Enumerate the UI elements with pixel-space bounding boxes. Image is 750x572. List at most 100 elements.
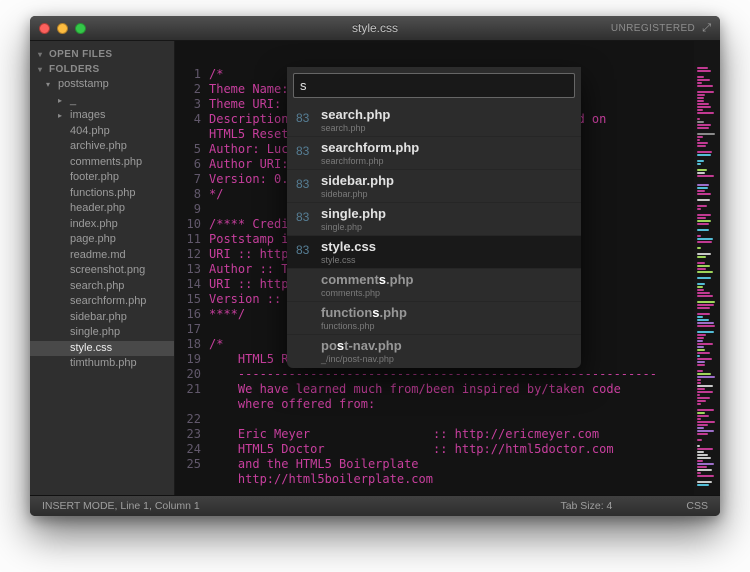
minimap-line: [697, 481, 712, 483]
folder-open-triangle-icon[interactable]: [46, 77, 58, 93]
sidebar-item-header-php[interactable]: header.php: [30, 201, 174, 217]
code-line[interactable]: 24 HTML5 Doctor :: http://html5doctor.co…: [175, 442, 694, 457]
sidebar-item-404-php[interactable]: 404.php: [30, 124, 174, 140]
minimap-line: [697, 448, 713, 450]
minimap-line: [697, 214, 711, 216]
minimap-line: [697, 142, 708, 144]
minimap-line: [697, 268, 706, 270]
minimap-line: [697, 205, 707, 207]
minimap-line: [697, 103, 709, 105]
sidebar-item-footer-php[interactable]: footer.php: [30, 170, 174, 186]
minimap-line: [697, 289, 704, 291]
goto-result-search-php[interactable]: 83search.phpsearch.php: [287, 104, 581, 137]
titlebar: style.css UNREGISTERED ⤢: [30, 16, 720, 41]
minimize-button[interactable]: [57, 23, 68, 34]
minimap-line: [697, 151, 712, 153]
code-line[interactable]: 23 Eric Meyer :: http://ericmeyer.com: [175, 427, 694, 442]
result-path: functions.php: [321, 321, 573, 332]
line-number: 5: [175, 142, 209, 157]
file-label: poststamp: [58, 78, 109, 90]
minimap-line: [697, 445, 700, 447]
sidebar-item-poststamp[interactable]: poststamp: [30, 77, 174, 93]
filename-prefix: po: [321, 338, 337, 353]
folders-section-header[interactable]: FOLDERS: [30, 62, 174, 77]
syntax-indicator[interactable]: CSS: [686, 500, 708, 512]
file-label: screenshot.png: [70, 264, 145, 276]
result-filename: sidebar.php: [321, 173, 573, 188]
folder-closed-triangle-icon[interactable]: [58, 93, 70, 109]
minimap-line: [697, 421, 715, 423]
result-filename: searchform.php: [321, 140, 573, 155]
sidebar-item-sidebar-php[interactable]: sidebar.php: [30, 310, 174, 326]
line-number: 13: [175, 262, 209, 277]
line-number: 19: [175, 352, 209, 367]
minimap-line: [697, 172, 705, 174]
sidebar-item--[interactable]: _: [30, 93, 174, 109]
sidebar-item-readme-md[interactable]: readme.md: [30, 248, 174, 264]
minimap-line: [697, 457, 711, 459]
result-score: 83: [296, 111, 309, 125]
minimap-line: [697, 229, 709, 231]
disclosure-triangle-icon[interactable]: [38, 62, 49, 77]
goto-result-post-nav-php[interactable]: post-nav.php_/inc/post-nav.php: [287, 335, 581, 368]
sidebar-item-functions-php[interactable]: functions.php: [30, 186, 174, 202]
line-text: HTML5 Doctor :: http://html5doctor.com: [209, 442, 614, 457]
line-number: 14: [175, 277, 209, 292]
disclosure-triangle-icon[interactable]: [38, 47, 49, 62]
goto-result-functions-php[interactable]: functions.phpfunctions.php: [287, 302, 581, 335]
code-line[interactable]: 25 and the HTML5 Boilerplate: [175, 457, 694, 472]
code-line[interactable]: http://html5boilerplate.com: [175, 472, 694, 487]
sidebar-item-searchform-php[interactable]: searchform.php: [30, 294, 174, 310]
goto-result-style-css[interactable]: 83style.cssstyle.css: [287, 236, 581, 269]
sidebar-item-screenshot-png[interactable]: screenshot.png: [30, 263, 174, 279]
minimap-line: [697, 319, 709, 321]
minimap-line: [697, 340, 703, 342]
minimap-line: [697, 334, 706, 336]
sidebar-item-index-php[interactable]: index.php: [30, 217, 174, 233]
filename-suffix: .php: [386, 272, 413, 287]
minimap-line: [697, 316, 703, 318]
close-button[interactable]: [39, 23, 50, 34]
open-files-section-header[interactable]: OPEN FILES: [30, 47, 174, 62]
sidebar-item-style-css[interactable]: style.css: [30, 341, 174, 357]
goto-result-searchform-php[interactable]: 83searchform.phpsearchform.php: [287, 137, 581, 170]
sidebar-item-timthumb-php[interactable]: timthumb.php: [30, 356, 174, 372]
sidebar-item-archive-php[interactable]: archive.php: [30, 139, 174, 155]
goto-anything-input[interactable]: [293, 73, 575, 98]
sidebar-item-single-php[interactable]: single.php: [30, 325, 174, 341]
result-filename: style.css: [321, 239, 573, 254]
minimap-line: [697, 67, 708, 69]
zoom-button[interactable]: [75, 23, 86, 34]
fullscreen-icon[interactable]: ⤢: [702, 23, 711, 34]
minimap-line: [697, 430, 714, 432]
goto-result-comments-php[interactable]: comments.phpcomments.php: [287, 269, 581, 302]
minimap-line: [697, 184, 709, 186]
sidebar-item-search-php[interactable]: search.php: [30, 279, 174, 295]
file-label: single.php: [70, 326, 120, 338]
code-line[interactable]: 22: [175, 412, 694, 427]
goto-result-sidebar-php[interactable]: 83sidebar.phpsidebar.php: [287, 170, 581, 203]
minimap-line: [697, 307, 710, 309]
line-number: 25: [175, 457, 209, 472]
file-label: style.css: [70, 342, 112, 354]
code-line[interactable]: 21 We have learned much from/been inspir…: [175, 382, 694, 397]
line-text: HTML5 Reset: [209, 127, 288, 142]
sidebar-item-comments-php[interactable]: comments.php: [30, 155, 174, 171]
folder-closed-triangle-icon[interactable]: [58, 108, 70, 124]
minimap-line: [697, 385, 713, 387]
minimap-line: [697, 463, 714, 465]
minimap[interactable]: [694, 41, 720, 495]
filename-suffix: searchform.php: [321, 140, 419, 155]
goto-result-single-php[interactable]: 83single.phpsingle.php: [287, 203, 581, 236]
result-filename: comments.php: [321, 272, 573, 287]
sidebar-item-images[interactable]: images: [30, 108, 174, 124]
sidebar-item-page-php[interactable]: page.php: [30, 232, 174, 248]
code-line[interactable]: 20 -------------------------------------…: [175, 367, 694, 382]
result-score: 83: [296, 144, 309, 158]
line-text: ----------------------------------------…: [209, 367, 657, 382]
line-number: 11: [175, 232, 209, 247]
code-line[interactable]: where offered from:: [175, 397, 694, 412]
line-number: 18: [175, 337, 209, 352]
tab-size-indicator[interactable]: Tab Size: 4: [560, 500, 612, 512]
minimap-line: [697, 169, 707, 171]
